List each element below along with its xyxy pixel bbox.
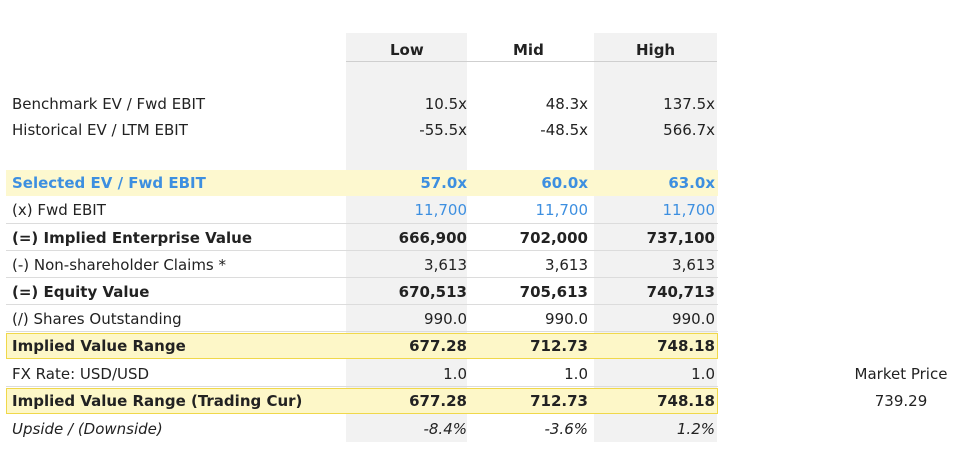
cell-low: 10.5x bbox=[424, 95, 467, 113]
table-row-implied-range: Implied Value Range 677.28 712.73 748.18 bbox=[0, 334, 974, 358]
row-rule bbox=[6, 304, 718, 305]
row-rule bbox=[6, 223, 718, 224]
cell-high: 748.18 bbox=[657, 337, 715, 355]
cell-high: 63.0x bbox=[668, 174, 715, 192]
cell-mid: 712.73 bbox=[530, 392, 588, 410]
cell-mid: 48.3x bbox=[545, 95, 588, 113]
cell-mid: -48.5x bbox=[540, 121, 588, 139]
table-row-benchmark: Benchmark EV / Fwd EBIT 10.5x 48.3x 137.… bbox=[0, 92, 974, 116]
row-rule bbox=[6, 277, 718, 278]
row-label: FX Rate: USD/USD bbox=[12, 365, 150, 383]
table-row-fx-rate: FX Rate: USD/USD 1.0 1.0 1.0 bbox=[0, 362, 974, 386]
cell-mid: 11,700 bbox=[535, 201, 589, 219]
table-row-non-shareholder: (-) Non-shareholder Claims * 3,613 3,613… bbox=[0, 253, 974, 277]
row-rule bbox=[6, 250, 718, 251]
cell-mid: 702,000 bbox=[519, 229, 588, 247]
cell-low: -55.5x bbox=[419, 121, 467, 139]
column-header-mid: Mid bbox=[513, 41, 544, 59]
row-label: (-) Non-shareholder Claims * bbox=[12, 256, 227, 274]
cell-low: 11,700 bbox=[414, 201, 468, 219]
cell-mid: -3.6% bbox=[544, 420, 588, 438]
cell-high: 990.0 bbox=[672, 310, 715, 328]
row-rule bbox=[6, 331, 718, 332]
cell-low: 670,513 bbox=[398, 283, 467, 301]
cell-low: 990.0 bbox=[424, 310, 467, 328]
column-header-low: Low bbox=[390, 41, 424, 59]
cell-low: 677.28 bbox=[409, 337, 467, 355]
row-label: Implied Value Range bbox=[12, 337, 186, 355]
cell-mid: 712.73 bbox=[530, 337, 588, 355]
row-label: Upside / (Downside) bbox=[12, 420, 163, 438]
cell-high: 737,100 bbox=[646, 229, 715, 247]
market-price-label: Market Price bbox=[854, 365, 948, 383]
cell-mid: 1.0 bbox=[564, 365, 588, 383]
cell-low: -8.4% bbox=[423, 420, 467, 438]
cell-mid: 705,613 bbox=[519, 283, 588, 301]
cell-high: 1.0 bbox=[691, 365, 715, 383]
cell-high: 3,613 bbox=[672, 256, 715, 274]
row-label: Implied Value Range (Trading Cur) bbox=[12, 392, 303, 410]
cell-mid: 990.0 bbox=[545, 310, 588, 328]
cell-mid: 3,613 bbox=[545, 256, 588, 274]
table-row-selected: Selected EV / Fwd EBIT 57.0x 60.0x 63.0x bbox=[0, 171, 974, 195]
table-row-implied-ev: (=) Implied Enterprise Value 666,900 702… bbox=[0, 226, 974, 250]
table-row-shares: (/) Shares Outstanding 990.0 990.0 990.0 bbox=[0, 307, 974, 331]
table-row-historical: Historical EV / LTM EBIT -55.5x -48.5x 5… bbox=[0, 118, 974, 142]
header-underline bbox=[346, 61, 717, 62]
row-label: (=) Equity Value bbox=[12, 283, 150, 301]
cell-high: 1.2% bbox=[676, 420, 715, 438]
row-rule bbox=[6, 386, 718, 387]
row-label: (x) Fwd EBIT bbox=[12, 201, 106, 219]
cell-high: 11,700 bbox=[662, 201, 716, 219]
cell-low: 57.0x bbox=[420, 174, 467, 192]
market-price-value: 739.29 bbox=[874, 392, 928, 410]
row-label: Selected EV / Fwd EBIT bbox=[12, 174, 206, 192]
table-row-implied-range-trading: Implied Value Range (Trading Cur) 677.28… bbox=[0, 389, 974, 413]
row-label: (/) Shares Outstanding bbox=[12, 310, 182, 328]
cell-low: 3,613 bbox=[424, 256, 467, 274]
table-row-fwd-ebit: (x) Fwd EBIT 11,700 11,700 11,700 bbox=[0, 198, 974, 222]
cell-low: 1.0 bbox=[443, 365, 467, 383]
row-label: Historical EV / LTM EBIT bbox=[12, 121, 188, 139]
row-label: Benchmark EV / Fwd EBIT bbox=[12, 95, 206, 113]
cell-high: 748.18 bbox=[657, 392, 715, 410]
cell-low: 677.28 bbox=[409, 392, 467, 410]
cell-high: 740,713 bbox=[646, 283, 715, 301]
row-label: (=) Implied Enterprise Value bbox=[12, 229, 253, 247]
cell-high: 566.7x bbox=[663, 121, 715, 139]
table-row-equity-value: (=) Equity Value 670,513 705,613 740,713 bbox=[0, 280, 974, 304]
cell-low: 666,900 bbox=[398, 229, 467, 247]
table-row-upside: Upside / (Downside) -8.4% -3.6% 1.2% bbox=[0, 417, 974, 441]
cell-high: 137.5x bbox=[663, 95, 715, 113]
cell-mid: 60.0x bbox=[541, 174, 588, 192]
column-header-high: High bbox=[636, 41, 676, 59]
